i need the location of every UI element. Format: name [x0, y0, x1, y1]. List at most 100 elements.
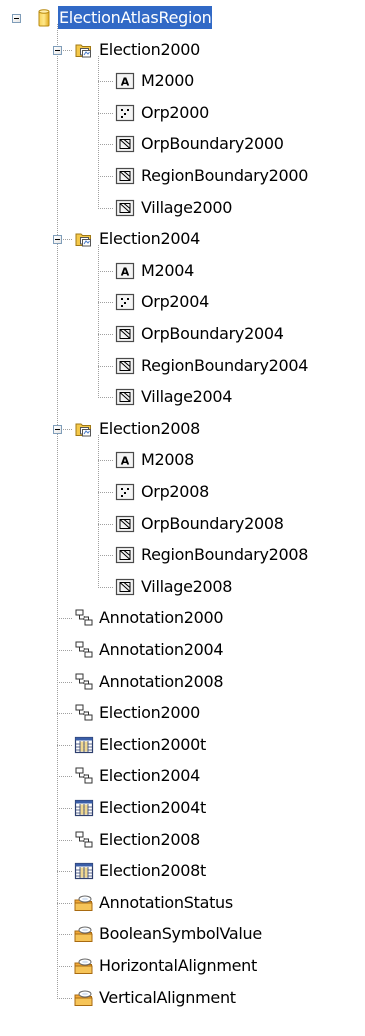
tree-connector-line	[98, 366, 114, 367]
polygon-feature-class-icon	[115, 514, 135, 534]
annotation-class-icon: A	[115, 450, 135, 470]
relationship-class-icon	[74, 703, 94, 723]
tree-connector-line	[57, 650, 73, 651]
annotation-class-icon: A	[115, 71, 135, 91]
tree-connector-line	[57, 713, 73, 714]
annotation-class-icon: A	[115, 261, 135, 281]
svg-text:A: A	[121, 76, 130, 89]
tree-connector-line	[98, 271, 114, 272]
tree-item-label[interactable]: M2008	[140, 448, 195, 471]
tree-item-label[interactable]: Election2000	[98, 38, 201, 61]
tree-item-label[interactable]: BooleanSymbolValue	[98, 922, 263, 945]
feature-dataset-icon	[74, 40, 94, 60]
collapse-toggle[interactable]	[53, 46, 62, 55]
tree-connector-line	[57, 871, 73, 872]
tree-item-label[interactable]: RegionBoundary2008	[140, 543, 309, 566]
tree-connector-line	[57, 24, 58, 998]
tree-item-label[interactable]: AnnotationStatus	[98, 891, 234, 914]
tree-connector-line	[98, 492, 114, 493]
tree-item-label[interactable]: Election2000	[98, 701, 201, 724]
tree-connector-line	[98, 334, 114, 335]
catalog-tree[interactable]: ElectionAtlasRegion Election2000 A M2000…	[0, 0, 365, 1036]
tree-item-label[interactable]: Election2008t	[98, 859, 207, 882]
feature-dataset-icon	[74, 229, 94, 249]
polygon-feature-class-icon	[115, 166, 135, 186]
feature-dataset-icon	[74, 419, 94, 439]
tree-item-label[interactable]: Annotation2008	[98, 670, 224, 693]
tree-item-label[interactable]: Orp2004	[140, 290, 210, 313]
relationship-class-icon	[74, 672, 94, 692]
tree-connector-line	[98, 208, 114, 209]
tree-connector-line	[57, 903, 73, 904]
tree-item-label[interactable]: Village2004	[140, 385, 233, 408]
domain-icon	[74, 924, 94, 944]
point-feature-class-icon	[115, 292, 135, 312]
tree-connector-line	[57, 934, 73, 935]
tree-item-label[interactable]: ElectionAtlasRegion	[58, 6, 213, 29]
tree-item-label[interactable]: Election2008	[98, 417, 201, 440]
polygon-feature-class-icon	[115, 198, 135, 218]
tree-connector-line	[57, 840, 73, 841]
tree-connector-line	[98, 144, 114, 145]
tree-item-label[interactable]: Village2000	[140, 196, 233, 219]
tree-connector-line	[57, 682, 73, 683]
tree-connector-line	[98, 176, 114, 177]
tree-connector-line	[98, 56, 99, 208]
tree-item-label[interactable]: Election2008	[98, 828, 201, 851]
tree-item-label[interactable]: Election2004t	[98, 796, 207, 819]
tree-item-label[interactable]: HorizontalAlignment	[98, 954, 258, 977]
polygon-feature-class-icon	[115, 387, 135, 407]
relationship-class-icon	[74, 640, 94, 660]
svg-text:A: A	[121, 455, 130, 468]
collapse-toggle[interactable]	[53, 235, 62, 244]
polygon-feature-class-icon	[115, 356, 135, 376]
polygon-feature-class-icon	[115, 577, 135, 597]
polygon-feature-class-icon	[115, 324, 135, 344]
point-feature-class-icon	[115, 103, 135, 123]
collapse-toggle[interactable]	[12, 14, 21, 23]
tree-connector-line	[57, 808, 73, 809]
database-icon	[34, 8, 54, 28]
point-feature-class-icon	[115, 482, 135, 502]
collapse-toggle[interactable]	[53, 425, 62, 434]
tree-item-label[interactable]: Village2008	[140, 575, 233, 598]
tree-connector-line	[98, 435, 99, 587]
tree-connector-line	[98, 524, 114, 525]
tree-connector-line	[98, 302, 114, 303]
tree-item-label[interactable]: Orp2000	[140, 101, 210, 124]
domain-icon	[74, 893, 94, 913]
tree-connector-line	[57, 618, 73, 619]
tree-connector-line	[98, 113, 114, 114]
relationship-class-icon	[74, 830, 94, 850]
tree-item-label[interactable]: M2004	[140, 259, 195, 282]
tree-item-label[interactable]: RegionBoundary2000	[140, 164, 309, 187]
relationship-class-icon	[74, 608, 94, 628]
polygon-feature-class-icon	[115, 134, 135, 154]
tree-item-label[interactable]: Orp2008	[140, 480, 210, 503]
domain-icon	[74, 956, 94, 976]
tree-item-label[interactable]: Election2004	[98, 227, 201, 250]
tree-item-label[interactable]: Annotation2004	[98, 638, 224, 661]
table-icon	[74, 861, 94, 881]
tree-item-label[interactable]: M2000	[140, 69, 195, 92]
tree-item-label[interactable]: VerticalAlignment	[98, 986, 237, 1009]
tree-item-label[interactable]: OrpBoundary2004	[140, 322, 285, 345]
tree-item-label[interactable]: Annotation2000	[98, 606, 224, 629]
tree-connector-line	[98, 397, 114, 398]
tree-item-label[interactable]: OrpBoundary2000	[140, 132, 285, 155]
tree-connector-line	[98, 81, 114, 82]
tree-connector-line	[98, 555, 114, 556]
polygon-feature-class-icon	[115, 545, 135, 565]
tree-item-label[interactable]: Election2000t	[98, 733, 207, 756]
svg-text:A: A	[121, 266, 130, 279]
tree-connector-line	[57, 998, 73, 999]
tree-connector-line	[57, 745, 73, 746]
relationship-class-icon	[74, 766, 94, 786]
tree-connector-line	[98, 587, 114, 588]
tree-connector-line	[57, 966, 73, 967]
domain-icon	[74, 988, 94, 1008]
tree-item-label[interactable]: RegionBoundary2004	[140, 354, 309, 377]
tree-connector-line	[98, 460, 114, 461]
tree-item-label[interactable]: OrpBoundary2008	[140, 512, 285, 535]
tree-item-label[interactable]: Election2004	[98, 764, 201, 787]
